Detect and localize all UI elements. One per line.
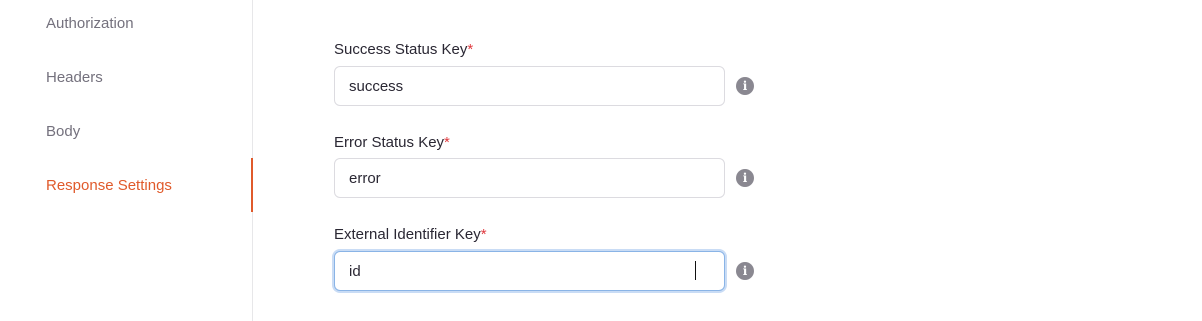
info-icon[interactable]: i	[736, 262, 754, 280]
success-status-key-input[interactable]	[334, 66, 725, 106]
text-cursor	[695, 261, 696, 280]
sidebar-item-headers[interactable]: Headers	[0, 50, 252, 104]
external-identifier-key-input[interactable]	[334, 251, 725, 291]
error-status-key-label: Error Status Key*	[334, 134, 450, 151]
response-settings-page: Authorization Headers Body Response Sett…	[0, 0, 1202, 321]
required-asterisk: *	[467, 41, 474, 58]
sidebar-item-authorization[interactable]: Authorization	[0, 0, 252, 50]
sidebar-item-label: Body	[46, 122, 81, 140]
label-text: External Identifier Key	[334, 226, 481, 243]
sidebar-item-label: Headers	[46, 68, 103, 86]
info-icon[interactable]: i	[736, 77, 754, 95]
sidebar-item-label: Response Settings	[46, 176, 172, 194]
required-asterisk: *	[444, 134, 450, 151]
sidebar-item-label: Authorization	[46, 14, 134, 32]
required-asterisk: *	[480, 226, 487, 243]
error-status-key-input[interactable]	[334, 158, 725, 198]
label-text: Error Status Key	[334, 134, 445, 151]
sidebar-item-body[interactable]: Body	[0, 104, 252, 158]
sidebar-item-response-settings[interactable]: Response Settings	[0, 158, 253, 212]
active-indicator	[251, 158, 253, 212]
settings-sidebar: Authorization Headers Body Response Sett…	[0, 0, 253, 321]
label-text: Success Status Key	[334, 41, 468, 58]
success-status-key-label: Success Status Key*	[334, 41, 473, 58]
info-icon[interactable]: i	[736, 169, 754, 187]
external-identifier-key-label: External Identifier Key*	[334, 226, 487, 243]
